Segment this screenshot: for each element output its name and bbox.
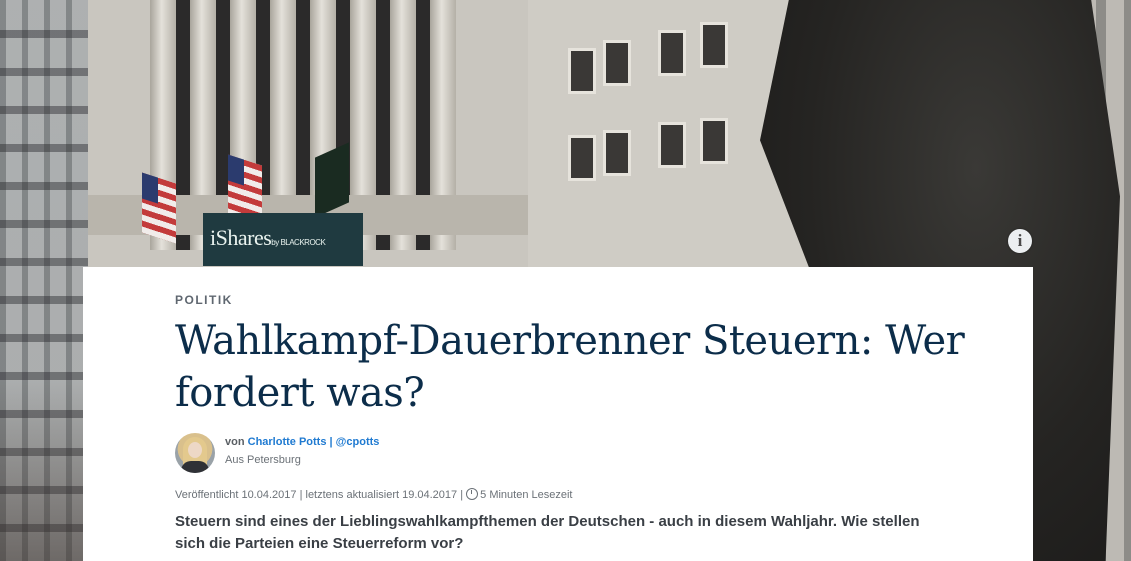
hero-window: [700, 118, 728, 164]
meta-separator: |: [460, 489, 464, 501]
hero-street-crowd: [0, 380, 90, 561]
published-date: Veröffentlicht 10.04.2017: [175, 489, 297, 501]
hero-window: [603, 130, 631, 176]
hero-window: [568, 48, 596, 94]
hero-window: [568, 135, 596, 181]
avatar-face: [188, 442, 202, 458]
read-time: 5 Minuten Lesezeit: [480, 489, 573, 501]
hero-window: [658, 122, 686, 168]
article-headline: Wahlkampf-Dauerbrenner Steuern: Wer ford…: [175, 318, 965, 416]
article-lead: Steuern sind eines der Lieblingswahlkamp…: [175, 513, 920, 552]
author-handle-link[interactable]: @cpotts: [336, 436, 380, 448]
hero-us-flag: [142, 172, 176, 244]
info-icon[interactable]: i: [1008, 229, 1032, 253]
hero-window: [658, 30, 686, 76]
meta-separator: |: [299, 489, 303, 501]
avatar-body: [181, 461, 209, 473]
stopwatch-icon: [466, 488, 479, 500]
author-prefix: von: [225, 436, 245, 448]
hero-window: [700, 22, 728, 68]
author-line: von Charlotte Potts | @cpotts: [225, 436, 379, 448]
author-location: Aus Petersburg: [225, 454, 301, 466]
author-name-link[interactable]: Charlotte Potts: [248, 436, 327, 448]
author-separator: |: [329, 436, 333, 448]
article-meta: Veröffentlicht 10.04.2017 | letztens akt…: [175, 488, 572, 501]
article-card: POLITIK Wahlkampf-Dauerbrenner Steuern: …: [83, 267, 1033, 561]
hero-banner-text: iSharesby BLACKROCK: [210, 225, 326, 250]
author-avatar[interactable]: [175, 433, 215, 473]
hero-window: [603, 40, 631, 86]
article-kicker[interactable]: POLITIK: [175, 293, 233, 307]
updated-date: letztens aktualisiert 19.04.2017: [305, 489, 458, 501]
